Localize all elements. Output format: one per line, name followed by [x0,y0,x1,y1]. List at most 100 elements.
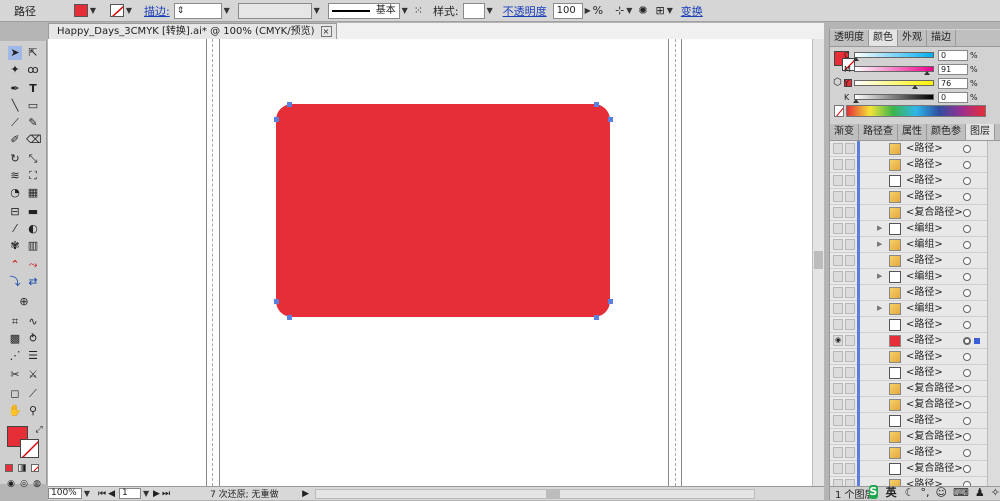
lock-toggle[interactable] [845,463,855,474]
visibility-toggle[interactable] [833,431,843,442]
lock-toggle[interactable] [845,175,855,186]
path-reshape-tool-icon[interactable]: ⇄ [26,275,40,289]
hscroll-thumb[interactable] [545,489,560,498]
ime-moon-icon[interactable]: ☾ [905,486,915,499]
lock-toggle[interactable] [845,271,855,282]
layer-row[interactable]: <路径> [830,157,1000,173]
visibility-toggle[interactable] [833,383,843,394]
tab-layers-0[interactable]: 渐变 [830,124,859,140]
visibility-toggle[interactable] [833,287,843,298]
channel-value-input[interactable]: 91 [938,63,968,75]
type-tool-icon[interactable]: T [26,82,40,96]
tab-color-2[interactable]: 外观 [898,30,927,46]
layer-row[interactable]: <复合路径> [830,397,1000,413]
lock-toggle[interactable] [845,207,855,218]
artboard-canvas[interactable] [48,39,824,486]
lock-toggle[interactable] [845,287,855,298]
layer-row[interactable]: ◉ <路径> [830,333,1000,349]
visibility-toggle[interactable] [833,239,843,250]
visibility-toggle[interactable] [833,303,843,314]
selection-indicator[interactable] [974,338,980,344]
layer-name[interactable]: <编组> [906,302,943,316]
color-spectrum-bar[interactable] [846,105,986,117]
channel-slider-thumb[interactable] [912,85,919,89]
target-circle-icon[interactable] [963,449,971,457]
recolor-artwork-icon[interactable]: ⁙ [414,4,423,17]
symbol-sprayer-tool-icon[interactable]: ✾ [8,239,22,253]
align-arrow[interactable]: ▼ [665,4,675,17]
shape-builder-tool-icon[interactable]: ◔ [8,186,22,200]
lasso-tool-icon[interactable]: ꝏ [26,63,40,77]
target-circle-icon[interactable] [963,433,971,441]
rectangle-tool-icon[interactable]: ▭ [26,99,40,113]
last-artboard-icon[interactable]: ⏭ [162,489,170,499]
brush-dropdown-arrow[interactable]: ▼ [400,4,410,17]
warp-tool-icon[interactable]: ∿ [26,315,40,329]
layer-name[interactable]: <路径> [906,414,943,428]
visibility-toggle[interactable] [833,415,843,426]
layer-name[interactable]: <路径> [906,350,943,364]
lock-toggle[interactable] [845,191,855,202]
free-transform-tool-icon[interactable]: ⛶ [26,169,40,183]
layer-row[interactable]: ▶ <编组> [830,269,1000,285]
knife-tool-icon[interactable]: ⚔ [26,368,40,382]
target-circle-icon[interactable] [963,177,971,185]
layer-name[interactable]: <复合路径> [906,382,963,396]
next-artboard-icon[interactable]: ▶ [153,489,160,499]
anchor-point[interactable] [274,117,279,122]
ime-keyboard-icon[interactable]: ⌨ [953,486,969,499]
channel-slider[interactable] [853,94,934,103]
channel-slider[interactable] [854,80,934,89]
distribute-tool-icon[interactable]: ☰ [26,349,40,363]
layer-row[interactable]: <路径> [830,365,1000,381]
layer-name[interactable]: <路径> [906,334,943,348]
opacity-input[interactable]: 100 [552,2,583,19]
lock-toggle[interactable] [845,431,855,442]
layer-name[interactable]: <路径> [906,158,943,172]
chart-line-tool-icon[interactable]: ⋰ [8,349,22,363]
graphic-style-arrow[interactable]: ▼ [485,4,495,17]
lock-toggle[interactable] [845,223,855,234]
opacity-link[interactable]: 不透明度 [503,3,547,19]
vertical-scrollbar[interactable] [812,39,824,486]
target-circle-icon[interactable] [963,321,971,329]
paintbrush-tool-icon[interactable]: ⟋ [8,116,22,130]
target-circle-icon[interactable] [963,305,971,313]
blend-tool-icon[interactable]: ◐ [26,222,40,236]
channel-slider[interactable] [854,66,934,75]
visibility-toggle[interactable] [833,159,843,170]
arrange-icon[interactable]: ⊹ [615,4,624,17]
layer-row[interactable]: ▶ <编组> [830,301,1000,317]
grid-tool-icon[interactable]: ▩ [8,332,22,346]
draw-normal-icon[interactable]: ◉ [4,477,18,491]
graph-tool-icon[interactable]: ▥ [26,239,40,253]
layer-row[interactable]: <路径> [830,189,1000,205]
target-circle-icon[interactable] [963,273,971,281]
layer-name[interactable]: <路径> [906,286,943,300]
channel-slider-thumb[interactable] [853,57,859,61]
target-circle-icon[interactable] [963,369,971,377]
layer-name[interactable]: <编组> [906,222,943,236]
lock-toggle[interactable] [845,383,855,394]
layer-name[interactable]: <路径> [906,142,943,156]
layer-name[interactable]: <路径> [906,366,943,380]
layer-row[interactable]: <路径> [830,317,1000,333]
zoom-field[interactable]: 100% [48,488,82,499]
target-circle-icon[interactable] [963,289,971,297]
ime-emoji-icon[interactable]: ☺ [936,486,947,499]
opacity-arrow[interactable]: ▶ [583,4,593,17]
tab-color-3[interactable]: 描边 [927,30,956,46]
direct-selection-tool-icon[interactable]: ⇱ [26,46,40,60]
lock-toggle[interactable] [845,351,855,362]
lock-toggle[interactable] [845,255,855,266]
variable-width-profile[interactable] [237,2,312,19]
target-circle-icon[interactable] [963,209,971,217]
layer-row[interactable]: <路径> [830,253,1000,269]
target-circle-icon[interactable] [963,401,971,409]
visibility-toggle[interactable] [833,175,843,186]
prev-artboard-icon[interactable]: ◀ [108,489,115,499]
selection-tool-icon[interactable]: ➤ [8,46,22,60]
anchor-point[interactable] [594,102,599,107]
ime-user-icon[interactable]: ♟ [975,486,985,499]
scroll-thumb[interactable] [814,251,823,269]
